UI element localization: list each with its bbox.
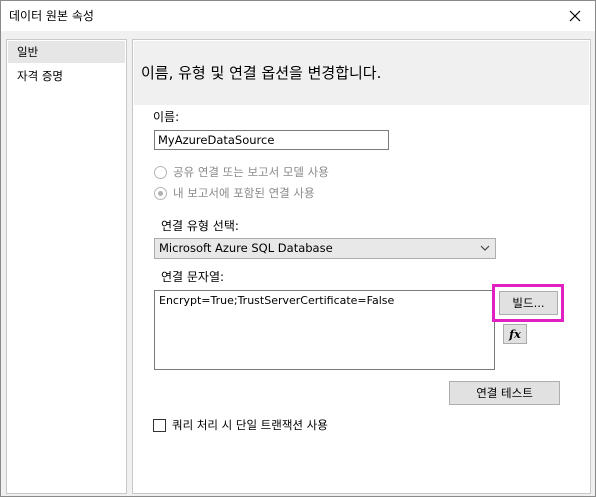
- test-connection-label: 연결 테스트: [476, 386, 533, 400]
- sidebar-item-label: 일반: [17, 45, 39, 59]
- window-title: 데이터 원본 속성: [9, 9, 94, 23]
- connection-type-value: Microsoft Azure SQL Database: [159, 241, 333, 255]
- radio-button[interactable]: [154, 165, 167, 179]
- test-connection-button[interactable]: 연결 테스트: [449, 381, 560, 405]
- sidebar-item-label: 자격 증명: [17, 69, 63, 83]
- main-panel: 이름, 유형 및 연결 옵션을 변경합니다. 이름: 공유 연결 또는 보고서 …: [132, 39, 591, 494]
- radio-embedded-connection[interactable]: 내 보고서에 포함된 연결 사용: [154, 185, 315, 201]
- radio-button[interactable]: [154, 186, 167, 200]
- single-transaction-checkbox[interactable]: [153, 418, 166, 432]
- connection-string-value: Encrypt=True;TrustServerCertificate=Fals…: [159, 294, 395, 307]
- name-label: 이름:: [153, 110, 180, 124]
- title-bar: 데이터 원본 속성: [1, 1, 595, 31]
- sidebar: 일반 자격 증명: [6, 39, 127, 494]
- sidebar-item-general[interactable]: 일반: [8, 41, 125, 63]
- expression-button[interactable]: fx: [503, 324, 527, 344]
- close-button[interactable]: [555, 1, 595, 31]
- name-field[interactable]: [154, 130, 389, 150]
- function-icon: fx: [509, 327, 521, 341]
- close-icon: [569, 10, 581, 22]
- sidebar-item-credentials[interactable]: 자격 증명: [8, 65, 125, 87]
- connection-string-field[interactable]: Encrypt=True;TrustServerCertificate=Fals…: [154, 290, 495, 370]
- single-transaction-option[interactable]: 쿼리 처리 시 단일 트랜잭션 사용: [153, 417, 328, 433]
- chevron-down-icon: [480, 245, 490, 251]
- radio-embedded-label: 내 보고서에 포함된 연결 사용: [173, 186, 315, 200]
- radio-shared-connection[interactable]: 공유 연결 또는 보고서 모델 사용: [154, 164, 329, 180]
- connection-type-label: 연결 유형 선택:: [161, 219, 239, 233]
- radio-shared-label: 공유 연결 또는 보고서 모델 사용: [173, 165, 329, 179]
- panel-header: 이름, 유형 및 연결 옵션을 변경합니다.: [134, 41, 589, 105]
- build-button-label: 빌드...: [512, 296, 545, 310]
- connection-type-dropdown[interactable]: Microsoft Azure SQL Database: [154, 238, 496, 259]
- page-title: 이름, 유형 및 연결 옵션을 변경합니다.: [141, 64, 382, 82]
- data-source-properties-dialog: 데이터 원본 속성 일반 자격 증명 이름, 유형 및 연결 옵션을 변경합니다…: [0, 0, 596, 497]
- single-transaction-label: 쿼리 처리 시 단일 트랜잭션 사용: [172, 418, 328, 432]
- build-button[interactable]: 빌드...: [499, 291, 558, 315]
- connection-string-label: 연결 문자열:: [161, 270, 225, 284]
